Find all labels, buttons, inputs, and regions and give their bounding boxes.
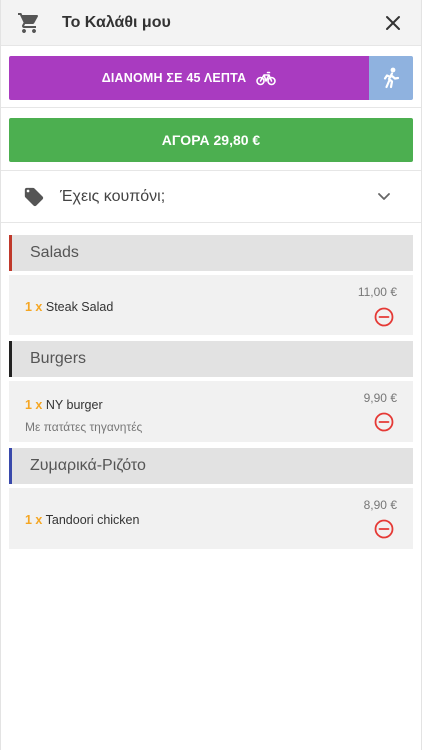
item-price: 11,00 € [357, 285, 397, 299]
cart-item: 1 x Tandoori chicken 8,90 € [9, 488, 413, 549]
remove-item-icon[interactable] [374, 307, 394, 327]
category-title: Ζυμαρικά-Ριζότο [30, 457, 146, 474]
item-name: Steak Salad [45, 300, 114, 314]
item-line: 1 x Tandoori chicken [25, 513, 139, 527]
category-header: Ζυμαρικά-Ριζότο [9, 448, 413, 484]
remove-item-icon[interactable] [374, 412, 394, 432]
coupon-label: Έχεις κουπόνι; [60, 187, 166, 205]
item-price: 9,90 € [363, 391, 397, 405]
buy-row: ΑΓΟΡΑ 29,80 € [1, 108, 421, 171]
cart-items: Salads 1 x Steak Salad 11,00 € Burgers 1… [1, 223, 421, 549]
category-header: Salads [9, 235, 413, 271]
tag-icon [24, 187, 44, 206]
close-icon [386, 15, 400, 30]
cart-item: 1 x NY burger Με πατάτες τηγανητές 9,90 … [9, 381, 413, 442]
close-button[interactable] [381, 11, 405, 35]
delivery-button[interactable]: ΔΙΑΝΟΜΗ ΣΕ 45 ΛΕΠΤΑ [9, 56, 369, 100]
cart-item: 1 x Steak Salad 11,00 € [9, 275, 413, 335]
cart-panel: Το Καλάθι μου ΔΙΑΝΟΜΗ ΣΕ 45 ΛΕΠΤΑ ΑΓΟΡΑ … [0, 0, 422, 750]
item-quantity: 1 x [25, 300, 43, 314]
item-quantity: 1 x [25, 398, 43, 412]
item-price: 8,90 € [363, 498, 397, 512]
delivery-label: ΔΙΑΝΟΜΗ ΣΕ 45 ΛΕΠΤΑ [101, 71, 247, 85]
chevron-down-icon [378, 192, 390, 200]
item-name: NY burger [45, 398, 103, 412]
coupon-toggle[interactable]: Έχεις κουπόνι; [1, 171, 421, 223]
page-title: Το Καλάθι μου [62, 13, 171, 31]
item-line: 1 x NY burger [25, 398, 103, 412]
category-title: Salads [30, 244, 79, 261]
shopping-cart-icon [18, 12, 39, 33]
buy-button[interactable]: ΑΓΟΡΑ 29,80 € [9, 118, 413, 162]
item-line: 1 x Steak Salad [25, 300, 113, 314]
bicycle-icon [256, 71, 277, 86]
item-name: Tandoori chicken [45, 513, 140, 527]
walking-person-icon [383, 67, 400, 89]
delivery-options: ΔΙΑΝΟΜΗ ΣΕ 45 ΛΕΠΤΑ [1, 46, 421, 108]
category-title: Burgers [30, 350, 87, 367]
category-header: Burgers [9, 341, 413, 377]
item-note: Με πατάτες τηγανητές [25, 420, 143, 434]
item-quantity: 1 x [25, 513, 43, 527]
remove-item-icon[interactable] [374, 519, 394, 539]
cart-header: Το Καλάθι μου [1, 0, 421, 46]
pickup-button[interactable] [369, 56, 413, 100]
